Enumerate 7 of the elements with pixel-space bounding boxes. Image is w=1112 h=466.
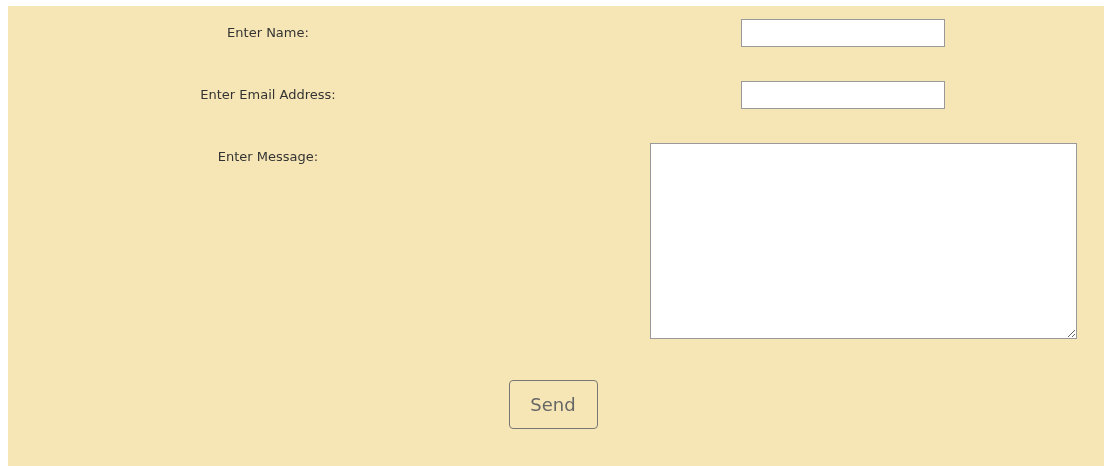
message-field[interactable] [649,143,1077,339]
input-field[interactable] [741,19,945,47]
input-field[interactable] [741,81,945,109]
field-label: Enter Name: [227,25,309,40]
field-label: Enter Message: [217,149,319,164]
send-button[interactable]: Send [508,380,598,429]
field-label: Enter Email Address: [200,87,336,102]
